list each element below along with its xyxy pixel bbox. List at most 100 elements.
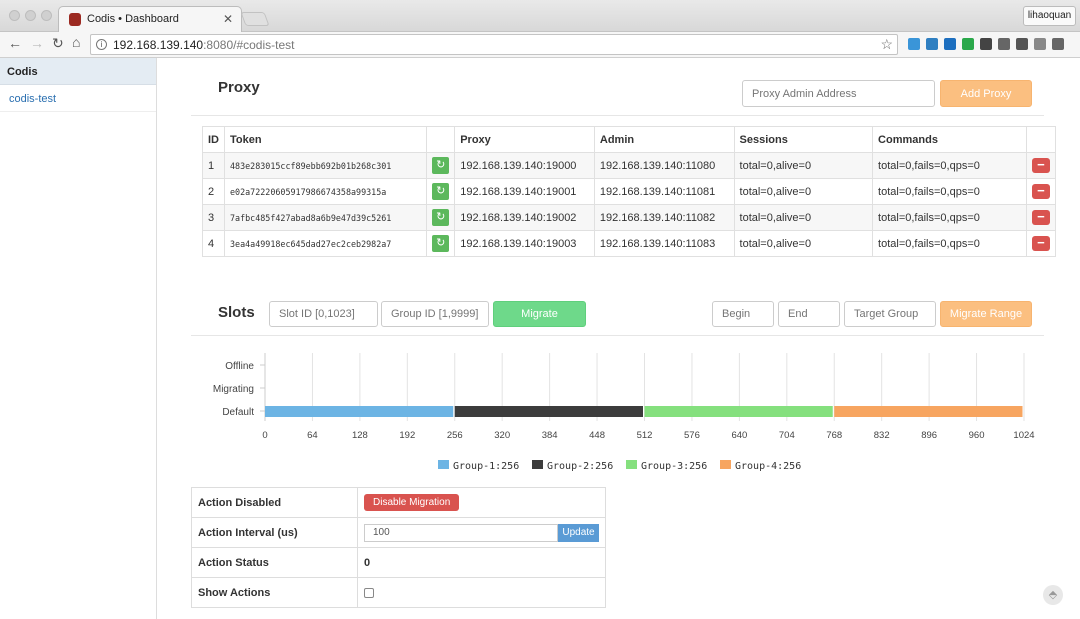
chart-x-tick-label: 832 [874,430,890,441]
chart-x-tick-label: 1024 [1013,430,1034,441]
remove-proxy-icon[interactable]: − [1031,236,1050,251]
admin-address: 192.168.139.140:11083 [593,230,735,257]
proxy-commands: total=0,fails=0,qps=0 [872,178,1027,205]
scroll-to-top-icon[interactable]: ⬘ [1043,585,1063,605]
legend-swatch [438,460,449,469]
add-proxy-button[interactable]: Add Proxy [940,80,1032,107]
divider [191,335,1044,336]
browser-toolbar: ← → ↻ ⌂ i 192.168.139.140:8080/#codis-te… [0,32,1080,58]
sidebar-title: Codis [0,58,156,85]
end-input[interactable] [778,301,840,327]
action-status-label: Action Status [191,547,358,578]
remove-proxy-cell: − [1025,152,1057,179]
slots-section-title: Slots [218,304,255,321]
target-group-input[interactable] [844,301,936,327]
home-icon[interactable]: ⌂ [72,34,80,50]
codis-favicon-icon [69,13,81,26]
chart-x-tick-label: 320 [494,430,510,441]
remove-proxy-icon[interactable]: − [1031,210,1050,225]
url-text: 192.168.139.140:8080/#codis-test [113,38,295,52]
migrate-button[interactable]: Migrate [493,301,586,327]
browser-extension-icon[interactable] [962,38,974,50]
admin-address: 192.168.139.140:11082 [593,204,735,231]
update-interval-button[interactable]: Update [558,523,599,542]
browser-extension-icon[interactable] [926,38,938,50]
proxy-address: 192.168.139.140:19001 [454,178,595,205]
proxy-sessions: total=0,alive=0 [733,152,874,179]
reload-icon[interactable]: ↻ [52,35,64,52]
bookmark-star-icon[interactable]: ☆ [880,36,893,53]
show-actions-checkbox[interactable] [364,587,374,598]
reload-proxy-icon[interactable]: ↻ [432,183,450,200]
chart-x-tick-label: 960 [969,430,985,441]
reload-proxy-icon[interactable]: ↻ [432,235,450,252]
new-tab-button[interactable] [240,12,270,26]
user-profile-button[interactable]: lihaoquan [1023,6,1076,26]
sidebar: Codis codis-test [0,58,157,619]
reload-proxy-icon[interactable]: ↻ [432,157,450,174]
begin-input[interactable] [712,301,774,327]
proxy-token: 483e283015ccf89ebb692b01b268c301 [223,152,428,179]
column-header-token: Token [223,126,428,153]
browser-extension-icon[interactable] [980,38,992,50]
close-window-button[interactable] [9,10,20,21]
legend-swatch [626,460,637,469]
back-arrow-icon[interactable]: ← [8,35,22,51]
info-icon[interactable]: i [96,39,107,50]
table-row: 1 483e283015ccf89ebb692b01b268c301 ↻ 192… [202,152,1057,179]
proxy-id: 4 [202,230,225,257]
tab-title: Codis • Dashboard [87,13,179,25]
column-header-sessions: Sessions [733,126,874,153]
chart-x-tick-label: 512 [637,430,653,441]
reload-proxy-icon[interactable]: ↻ [432,209,450,226]
group-id-input[interactable] [381,301,489,327]
address-bar[interactable]: i 192.168.139.140:8080/#codis-test ☆ [90,34,898,55]
chart-x-tick-label: 896 [921,430,937,441]
legend-swatch [720,460,731,469]
chart-x-tick-label: 192 [399,430,415,441]
browser-extension-icon[interactable] [1034,38,1046,50]
admin-address: 192.168.139.140:11081 [593,178,735,205]
reload-proxy-cell: ↻ [426,152,456,179]
remove-proxy-icon[interactable]: − [1031,158,1050,173]
browser-extension-icon[interactable] [1016,38,1028,50]
action-status-value: 0 [357,547,606,578]
browser-extension-icon[interactable] [998,38,1010,50]
settings-row: Action Interval (us) 100 Update [191,517,606,548]
proxy-table: ID Token Proxy Admin Sessions Commands 1… [202,126,1057,257]
browser-title-bar: Codis • Dashboard ✕ lihaoquan [0,0,1080,32]
minimize-window-button[interactable] [25,10,36,21]
proxy-sessions: total=0,alive=0 [733,178,874,205]
chart-category-label: Default [222,407,254,418]
proxy-admin-address-input[interactable] [742,80,935,107]
chart-x-tick-label: 0 [262,430,267,441]
column-header-commands: Commands [872,126,1027,153]
chart-x-tick-label: 128 [352,430,368,441]
zoom-window-button[interactable] [41,10,52,21]
remove-proxy-icon[interactable]: − [1031,184,1050,199]
browser-extension-icon[interactable] [908,38,920,50]
remove-proxy-cell: − [1025,178,1057,205]
column-header-id: ID [202,126,225,153]
browser-tab[interactable]: Codis • Dashboard ✕ [58,6,242,32]
tab-close-icon[interactable]: ✕ [223,12,233,26]
proxy-token: e02a72220605917986674358a99315a [223,178,428,205]
disable-migration-button[interactable]: Disable Migration [364,494,460,511]
proxy-id: 2 [202,178,225,205]
action-interval-input[interactable]: 100 [364,523,558,542]
settings-row: Show Actions [191,577,606,608]
reload-proxy-cell: ↻ [426,230,456,257]
column-header-delete [1025,126,1057,153]
table-row: 4 3ea4a49918ec645dad27ec2ceb2982a7 ↻ 192… [202,230,1057,257]
slot-id-input[interactable] [269,301,378,327]
column-header-action [426,126,456,153]
migration-settings-table: Action Disabled Disable Migration Action… [191,487,606,608]
proxy-commands: total=0,fails=0,qps=0 [872,230,1027,257]
forward-arrow-icon[interactable]: → [30,35,44,51]
chart-x-tick-label: 704 [779,430,795,441]
sidebar-item-codis-test[interactable]: codis-test [0,85,156,112]
browser-extension-icon[interactable] [944,38,956,50]
migrate-range-button[interactable]: Migrate Range [940,301,1032,327]
browser-extension-icon[interactable] [1052,38,1064,50]
table-row: 2 e02a72220605917986674358a99315a ↻ 192.… [202,178,1057,205]
